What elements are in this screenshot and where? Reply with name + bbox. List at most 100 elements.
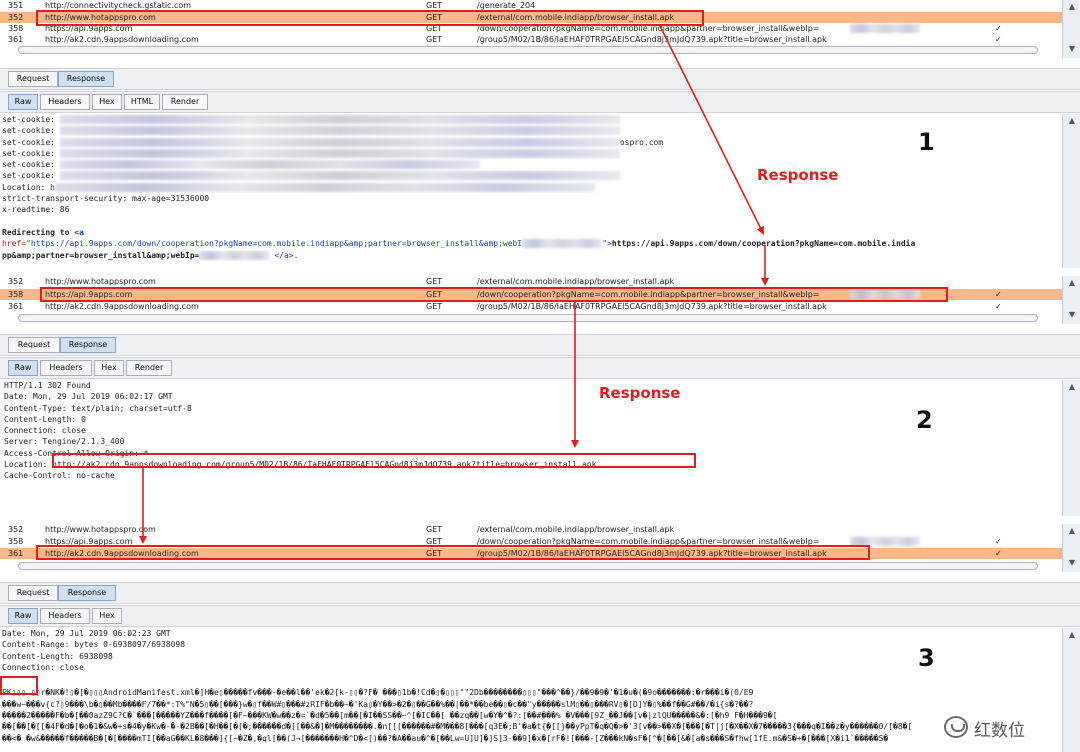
scroll-up-icon[interactable]: ▲ bbox=[1066, 382, 1078, 392]
checkmark-icon: ✓ bbox=[995, 537, 1002, 546]
tab-request[interactable]: Request bbox=[8, 585, 58, 601]
header-line: Server: Tengine/2.1.3_400 bbox=[4, 437, 125, 447]
scroll-up-icon[interactable]: ▲ bbox=[1066, 526, 1078, 536]
table-row[interactable]: 361 http://ak2.cdn.9appsdownloading.com … bbox=[0, 301, 1062, 312]
response-view-tabs: Raw Headers Hex bbox=[0, 605, 1080, 627]
table-row[interactable]: 361 http://ak2.cdn.9appsdownloading.com … bbox=[0, 34, 1062, 45]
header-line: set-cookie: bbox=[2, 115, 55, 124]
subtab-headers[interactable]: Headers bbox=[40, 94, 90, 110]
row-host: http://www.hotappspro.com bbox=[45, 277, 156, 286]
vertical-scrollbar[interactable]: ▲ ▼ bbox=[1062, 524, 1080, 572]
subtab-render[interactable]: Render bbox=[126, 360, 172, 376]
header-line: HTTP/1.1 302 Found bbox=[4, 381, 91, 390]
redacted-cookie bbox=[59, 115, 620, 124]
tab-request[interactable]: Request bbox=[8, 337, 60, 353]
vertical-scrollbar[interactable]: ▲ ▼ bbox=[1062, 276, 1080, 324]
scroll-down-icon[interactable]: ▼ bbox=[1066, 310, 1078, 320]
response-raw-body[interactable]: set-cookie: set-cookie: set-cookie: ospr… bbox=[0, 114, 1062, 268]
header-line: Content-Range: bytes 0-6938097/6938098 bbox=[2, 640, 186, 650]
row-number: 358 bbox=[8, 24, 24, 33]
redacted-ip bbox=[199, 250, 270, 260]
row-method: GET bbox=[426, 35, 443, 44]
redacted-cookie bbox=[59, 160, 480, 170]
subtab-hex[interactable]: Hex bbox=[92, 608, 122, 624]
row-host: http://ak2.cdn.9appsdownloading.com bbox=[45, 35, 199, 44]
scroll-up-icon[interactable]: ▲ bbox=[1066, 278, 1078, 288]
row-path: /external/com.mobile.indiapp/browser_ins… bbox=[477, 525, 675, 534]
subtab-raw[interactable]: Raw bbox=[8, 608, 38, 624]
row-method: GET bbox=[426, 302, 443, 311]
scroll-down-icon[interactable]: ▼ bbox=[1066, 44, 1078, 54]
highlight-box-361 bbox=[36, 545, 870, 560]
table-row[interactable]: 352 http://www.hotappspro.com GET /exter… bbox=[0, 276, 1062, 287]
horizontal-scrollbar[interactable] bbox=[18, 562, 1038, 570]
row-number: 358 bbox=[8, 537, 24, 546]
tab-response[interactable]: Response bbox=[58, 585, 116, 601]
vertical-scrollbar[interactable]: ▲ bbox=[1062, 114, 1080, 268]
redacted-cookie bbox=[59, 137, 620, 147]
table-row[interactable]: 352 http://www.hotappspro.com GET /exter… bbox=[0, 524, 1062, 535]
watermark: 红数位 bbox=[944, 714, 1074, 741]
row-number: 361 bbox=[8, 549, 24, 558]
row-method: GET bbox=[426, 525, 443, 534]
highlight-box-pk bbox=[0, 676, 38, 695]
horizontal-scrollbar[interactable] bbox=[18, 314, 1038, 322]
body-text: . bbox=[293, 250, 299, 260]
vertical-scrollbar[interactable]: ▲ bbox=[1062, 380, 1080, 516]
link-text: https://api.9apps.com/down/cooperation?p… bbox=[611, 239, 916, 249]
scroll-up-icon[interactable]: ▲ bbox=[1066, 630, 1078, 640]
scroll-down-icon[interactable]: ▼ bbox=[1066, 558, 1078, 568]
link-text: pp&amp;partner=browser_install&amp;webIp… bbox=[2, 250, 200, 260]
vertical-scrollbar[interactable]: ▲ ▼ bbox=[1062, 0, 1080, 58]
header-line: Cache-Control: no-cache bbox=[4, 471, 115, 481]
row-number: 352 bbox=[8, 525, 24, 534]
header-line: Content-Length: 6938098 bbox=[2, 651, 113, 661]
binary-data: �����2�����F�b�[��0azZ9C?C�`���[�����YZ�… bbox=[2, 711, 778, 721]
row-path: /group5/M02/1B/86/IaEHAF0TRPGAEl5CAGnd8j… bbox=[477, 302, 827, 311]
response-raw-body[interactable]: Date: Mon, 29 Jul 2019 06:02:23 GMT Cont… bbox=[0, 628, 1062, 752]
scroll-up-icon[interactable]: ▲ bbox=[1066, 116, 1078, 126]
subtab-raw[interactable]: Raw bbox=[8, 94, 38, 110]
subtab-html[interactable]: HTML bbox=[124, 94, 160, 110]
tab-response[interactable]: Response bbox=[58, 71, 114, 87]
header-line: set-cookie: bbox=[2, 126, 55, 136]
header-line: strict-transport-security: max-age=31536… bbox=[2, 194, 210, 204]
request-response-tabs: Request Response bbox=[0, 68, 1080, 90]
watermark-text: 红数位 bbox=[974, 721, 1025, 741]
subtab-raw[interactable]: Raw bbox=[8, 360, 38, 376]
checkmark-icon: ✓ bbox=[995, 290, 1002, 299]
tab-request[interactable]: Request bbox=[8, 71, 58, 87]
subtab-headers[interactable]: Headers bbox=[40, 360, 92, 376]
binary-data: ���w~���v{c?▯9���\b�▯��Mb����F/7��*:T%"N… bbox=[2, 699, 754, 709]
header-line: Date: Mon, 29 Jul 2019 06:02:23 GMT bbox=[2, 629, 171, 638]
subtab-hex[interactable]: Hex bbox=[92, 94, 122, 110]
html-attr: href= bbox=[2, 239, 27, 249]
binary-data: ��[��[�[[�4F�d�[�o�1�&w�+s�4�y�Kw�-�-�2B… bbox=[2, 722, 913, 732]
row-number: 361 bbox=[8, 35, 24, 44]
step-number: 3 bbox=[918, 644, 935, 672]
row-method: GET bbox=[426, 277, 443, 286]
row-number: 352 bbox=[8, 13, 24, 22]
scroll-up-icon[interactable]: ▲ bbox=[1066, 2, 1078, 12]
subtab-render[interactable]: Render bbox=[162, 94, 208, 110]
html-tag: <a bbox=[74, 227, 84, 237]
header-line: set-cookie: bbox=[2, 171, 55, 181]
row-number: 361 bbox=[8, 302, 24, 311]
step-number: 2 bbox=[916, 406, 933, 434]
annotation-response-label: Response bbox=[599, 384, 681, 402]
response-view-tabs: Raw Headers Hex HTML Render bbox=[0, 91, 1080, 113]
highlight-box-352 bbox=[36, 10, 704, 26]
header-line: Date: Mon, 29 Jul 2019 06:02:17 GMT bbox=[4, 392, 173, 402]
binary-data: ▯▯r�NK�!▯�[�▯▯▯AndroidManifest.xml�]H�e▯… bbox=[30, 688, 754, 698]
horizontal-scrollbar[interactable] bbox=[18, 46, 1038, 54]
header-line: Connection: close bbox=[4, 426, 86, 436]
checkmark-icon: ✓ bbox=[995, 549, 1002, 558]
response-raw-body[interactable]: HTTP/1.1 302 Found Date: Mon, 29 Jul 201… bbox=[0, 380, 1062, 516]
row-path: /external/com.mobile.indiapp/browser_ins… bbox=[477, 277, 675, 286]
redacted-cookie bbox=[59, 126, 620, 136]
tab-response[interactable]: Response bbox=[60, 337, 116, 353]
subtab-headers[interactable]: Headers bbox=[40, 608, 90, 624]
http-history-table: 351 http://connectivitycheck.gstatic.com… bbox=[0, 0, 1062, 58]
redacted-location bbox=[54, 182, 595, 192]
subtab-hex[interactable]: Hex bbox=[94, 360, 124, 376]
